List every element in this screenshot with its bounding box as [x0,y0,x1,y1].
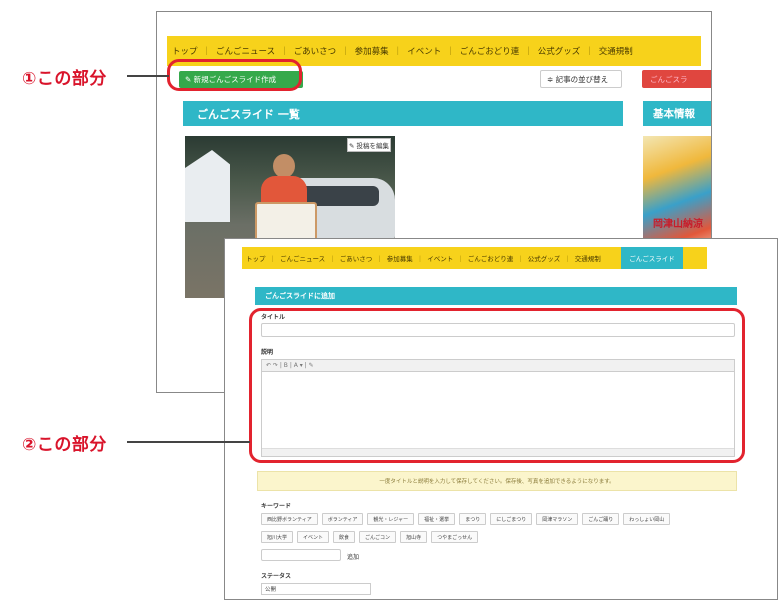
status-select[interactable]: 公開 [261,583,371,595]
nav-item-0[interactable]: トップ [167,45,203,57]
keyword-tag[interactable]: 飲食 [333,531,356,543]
status-label: ステータス [261,573,292,580]
tab-gongo-slide[interactable]: ごんごスライド [621,247,683,269]
nav-separator: ｜ [446,47,455,57]
tent-shape [185,150,230,222]
add-panel-heading: ごんごスライドに追加 [255,287,737,305]
nav-front-item-1[interactable]: ごんごニュース [276,253,329,263]
side-poster-caption: 岡津山納涼 [653,219,703,230]
keyword-label: キーワード [261,503,292,510]
keyword-tag[interactable]: ボランティア [321,513,364,525]
keyword-tag[interactable]: つやまごっせん [431,531,479,543]
keyword-tag[interactable]: 旭山寺 [400,531,428,543]
nav-front-item-4[interactable]: イベント [423,253,457,263]
callout-1-line [127,75,169,77]
keyword-tag[interactable]: 観光・レジャー [367,513,415,525]
nav-item-2[interactable]: ごあいさつ [289,45,342,57]
nav-front-item-7[interactable]: 交通規制 [571,253,605,263]
nav-item-3[interactable]: 参加募集 [350,45,394,57]
nav-item-4[interactable]: イベント [402,45,446,57]
list-heading: ごんごスライド 一覧 [183,101,623,126]
nav-front-item-0[interactable]: トップ [242,253,270,263]
nav-separator: ｜ [341,47,350,57]
side-heading: 基本情報 [643,101,711,126]
nav-separator: ｜ [524,47,533,57]
nav-separator: ｜ [585,47,594,57]
sort-articles-button[interactable]: ≑ 記事の並び替え [540,70,622,88]
nav-item-5[interactable]: ごんごおどり連 [455,45,525,57]
edit-post-button[interactable]: ✎ 投稿を編集 [347,138,391,152]
callout-1: ①この部分 [22,69,107,89]
keyword-input[interactable] [261,549,341,561]
keyword-tag[interactable]: イベント [297,531,330,543]
callout-2-line [127,441,250,443]
keyword-tag[interactable]: ごんご踊り [582,513,620,525]
keyword-tags-row1: 西比野ボランティア ボランティア 観光・レジャー 福祉・選挙 まつり にしごまつり 岡津マラ… [261,513,671,525]
nav-front-item-3[interactable]: 参加募集 [383,253,417,263]
highlight-new-button [167,59,302,91]
add-keyword-button[interactable]: 追加 [347,552,359,561]
nav-separator: ｜ [280,47,289,57]
nav-item-6[interactable]: 公式グッズ [533,45,586,57]
keyword-tag[interactable]: まつり [459,513,487,525]
nav-front-item-6[interactable]: 公式グッズ [524,253,565,263]
keyword-tag[interactable]: 旭川大学 [261,531,294,543]
keyword-tag[interactable]: 岡津マラソン [536,513,579,525]
keyword-tag[interactable]: わっしょい岡山 [623,513,671,525]
slide-red-button[interactable]: ごんごスラ [642,70,711,88]
keyword-tag[interactable]: ごんごコン [359,531,397,543]
highlight-form-area [249,308,745,463]
keyword-tag[interactable]: 西比野ボランティア [261,513,318,525]
nav-front-item-5[interactable]: ごんごおどり連 [464,253,518,263]
keyword-tag[interactable]: にしごまつり [490,513,533,525]
nav-item-1[interactable]: ごんごニュース [211,45,280,57]
keyword-tags-row2: 旭川大学 イベント 飲食 ごんごコン 旭山寺 つやまごっせん [261,531,479,543]
nav-separator: ｜ [202,47,212,57]
stage: トップ｜ごんごニュース｜ごあいさつ｜参加募集｜イベント｜ごんごおどり連｜公式グッ… [0,0,779,608]
nav-front-item-2[interactable]: ごあいさつ [336,253,377,263]
keyword-tag[interactable]: 福祉・選挙 [418,513,456,525]
nav-separator: ｜ [393,47,403,57]
nav-item-7[interactable]: 交通規制 [594,45,638,57]
save-notice: 一度タイトルと説明を入力して保存してください。保存後、写真を追加できるようになり… [257,471,737,491]
callout-2: ②この部分 [22,435,107,455]
